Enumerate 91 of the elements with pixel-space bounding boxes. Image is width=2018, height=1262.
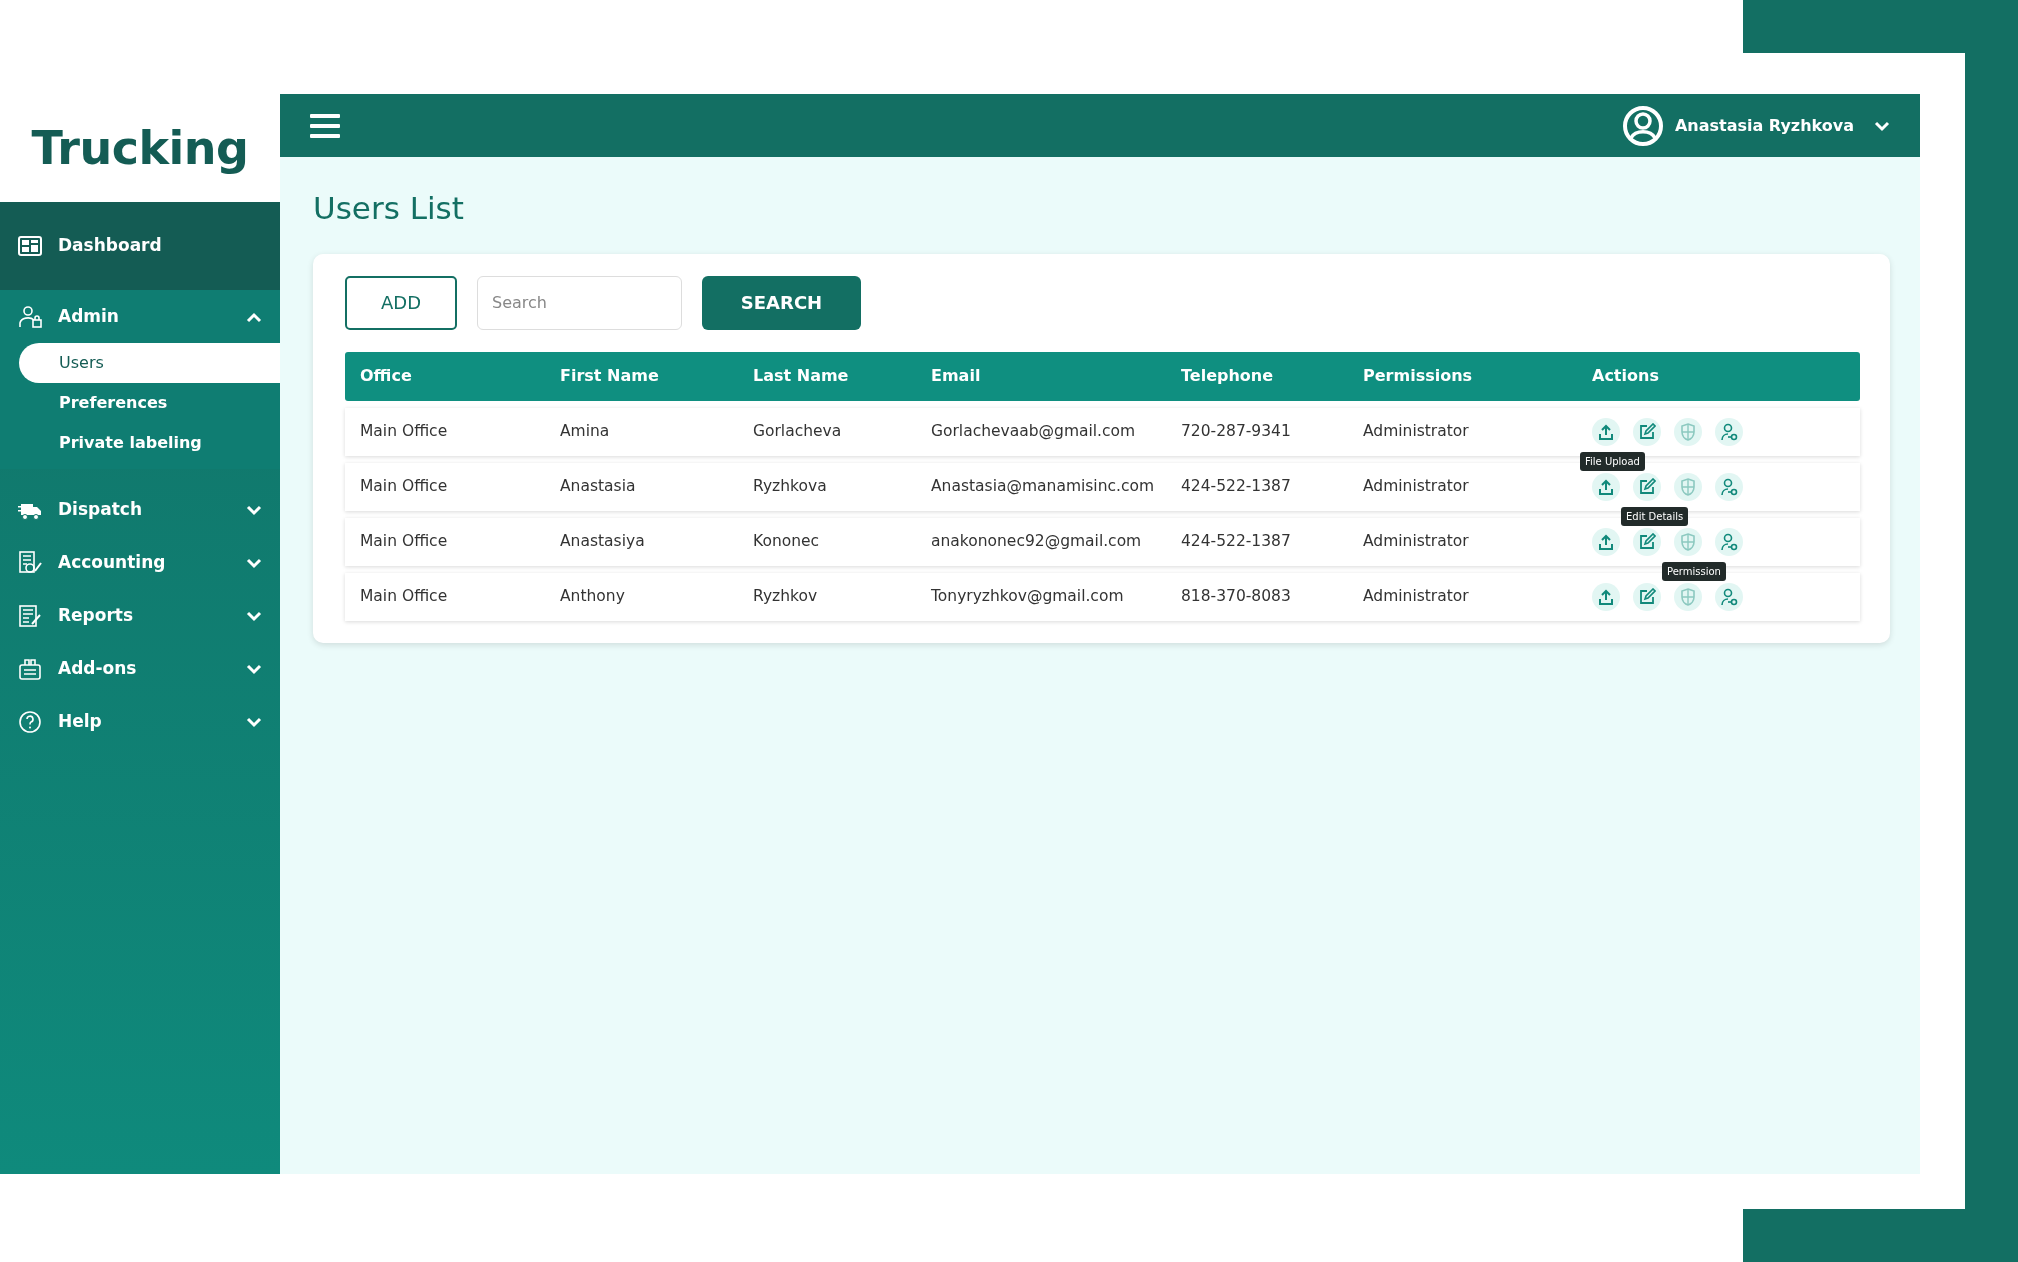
shield-icon <box>1679 587 1697 606</box>
user-key-icon <box>1720 477 1738 496</box>
chevron-down-icon <box>246 662 262 675</box>
search-button[interactable]: SEARCH <box>702 275 861 330</box>
table-cell-text: anakononec92@gmail.com <box>931 530 1143 552</box>
table-cell-text: Main Office <box>359 420 449 442</box>
upload-icon <box>1597 422 1615 441</box>
avatar-icon <box>1622 105 1663 146</box>
edit-button[interactable] <box>1633 417 1661 446</box>
chevron-down-icon <box>246 609 262 622</box>
sidebar-subitem[interactable]: Private labeling <box>19 423 280 463</box>
search-field[interactable]: Search <box>477 275 682 330</box>
report-icon <box>18 603 42 628</box>
table-cell-text: 424-522-1387 <box>1181 530 1292 552</box>
grid-icon <box>18 234 42 258</box>
chevron-down-icon <box>246 503 262 516</box>
person-lock-icon <box>18 304 42 329</box>
tooltip: Permission <box>1662 561 1726 581</box>
user-button[interactable] <box>1715 582 1743 611</box>
table-cell-text: Main Office <box>359 475 449 497</box>
sidebar-item[interactable]: Reports <box>0 589 280 642</box>
help-icon <box>18 709 42 734</box>
table-cell-text: Anthony <box>560 585 626 607</box>
user-button[interactable] <box>1715 472 1743 501</box>
shield-icon <box>1679 532 1697 551</box>
add-button[interactable]: ADD <box>345 275 457 330</box>
column-header: Actions <box>1592 365 1660 387</box>
user-key-icon <box>1720 587 1738 606</box>
column-header: Email <box>931 365 982 387</box>
sidebar-item[interactable]: Add-ons <box>0 642 280 695</box>
table-cell-text: Gorlacheva <box>753 420 843 442</box>
column-header: Permissions <box>1363 365 1474 387</box>
table-cell-text: Anastasia <box>560 475 637 497</box>
sidebar-subitem[interactable]: Preferences <box>19 383 280 423</box>
edit-icon <box>1638 477 1656 496</box>
table-cell-text: Amina <box>560 420 611 442</box>
upload-button[interactable] <box>1592 582 1620 611</box>
chevron-down-icon <box>246 556 262 569</box>
upload-button[interactable] <box>1592 527 1620 556</box>
sidebar-item[interactable]: Accounting <box>0 536 280 589</box>
user-key-icon <box>1720 422 1738 441</box>
table-cell-text: Main Office <box>359 585 449 607</box>
table-cell-text: 720-287-9341 <box>1181 420 1292 442</box>
upload-icon <box>1597 532 1615 551</box>
user-menu[interactable]: Anastasia Ryzhkova <box>1622 105 1890 146</box>
menu-icon[interactable] <box>310 112 340 139</box>
table-cell-text: 424-522-1387 <box>1181 475 1292 497</box>
sidebar-subitem[interactable]: Users <box>19 343 280 383</box>
table-cell-text: Ryzhkov <box>753 585 819 607</box>
table-cell-text: Gorlachevaab@gmail.com <box>931 420 1137 442</box>
table-cell-text: Main Office <box>359 530 449 552</box>
edit-icon <box>1638 587 1656 606</box>
sidebar-item[interactable]: Dispatch <box>0 483 280 536</box>
table-cell-text: 818-370-8083 <box>1181 585 1292 607</box>
edit-icon <box>1638 422 1656 441</box>
tooltip: File Upload <box>1580 451 1645 471</box>
edit-button[interactable] <box>1633 527 1661 556</box>
column-header: Last Name <box>753 365 850 387</box>
chevron-down-icon <box>1874 119 1890 132</box>
table-cell-text: Administrator <box>1363 585 1470 607</box>
sidebar-item[interactable]: Help <box>0 695 280 748</box>
user-button[interactable] <box>1715 417 1743 446</box>
table-cell-text: Administrator <box>1363 475 1470 497</box>
tooltip: Edit Details <box>1621 506 1689 526</box>
user-button[interactable] <box>1715 527 1743 556</box>
table-cell-text: Kononec <box>753 530 821 552</box>
plugin-icon <box>18 656 42 681</box>
edit-button[interactable] <box>1633 582 1661 611</box>
upload-button[interactable] <box>1592 472 1620 501</box>
sidebar-item[interactable]: Admin <box>0 290 280 343</box>
user-key-icon <box>1720 532 1738 551</box>
document-icon <box>18 550 42 575</box>
column-header: Telephone <box>1181 365 1275 387</box>
column-header: Office <box>359 365 413 387</box>
sidebar-item[interactable]: Dashboard <box>0 202 280 290</box>
chevron-up-icon <box>246 310 262 323</box>
upload-icon <box>1597 587 1615 606</box>
upload-icon <box>1597 477 1615 496</box>
column-header: First Name <box>560 365 660 387</box>
table-cell-text: Tonyryzhkov@gmail.com <box>931 585 1125 607</box>
edit-icon <box>1638 532 1656 551</box>
logo: Trucking <box>31 119 249 177</box>
shield-icon <box>1679 477 1697 496</box>
shield-icon <box>1679 422 1697 441</box>
table-cell-text: Administrator <box>1363 420 1470 442</box>
table-cell-text: Anastasia@manamisinc.com <box>931 475 1156 497</box>
page-title: Users List <box>313 189 465 228</box>
table-cell-text: Ryzhkova <box>753 475 828 497</box>
chevron-down-icon <box>246 715 262 728</box>
table-cell-text: Anastasiya <box>560 530 646 552</box>
table-cell-text: Administrator <box>1363 530 1470 552</box>
